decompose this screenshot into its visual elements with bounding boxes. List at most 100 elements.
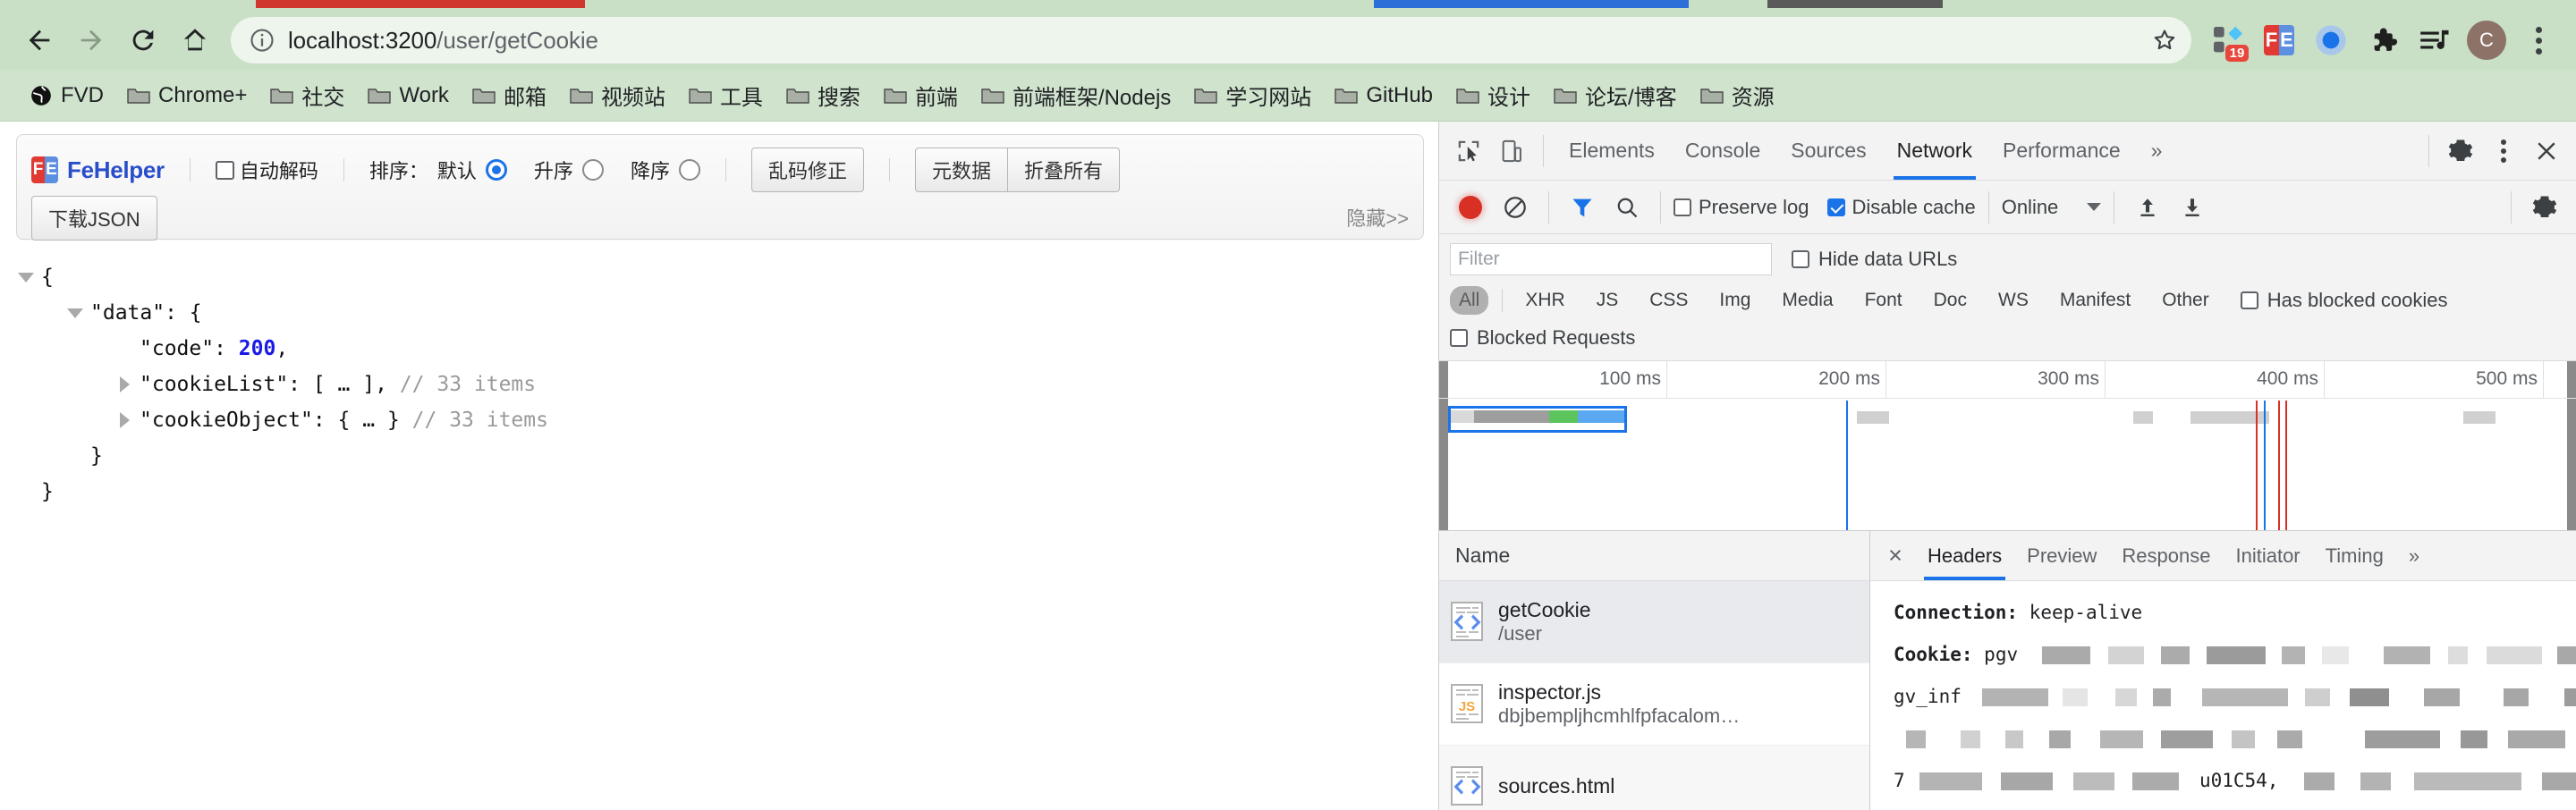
bookmark-button[interactable] — [2145, 21, 2184, 60]
fix-garbled-button[interactable]: 乱码修正 — [750, 148, 864, 192]
bookmark-item-frontend[interactable]: 前端 — [874, 73, 968, 117]
tab-indicator-2[interactable] — [1374, 0, 1689, 8]
filter-type-ws[interactable]: WS — [1989, 286, 2038, 315]
expand-triangle-icon[interactable] — [114, 410, 134, 430]
hide-data-urls-checkbox[interactable]: Hide data URLs — [1792, 248, 1957, 271]
table-row[interactable]: JS inspector.js dbjbempljhcmhlfpfacalom… — [1439, 663, 1869, 746]
tab-performance[interactable]: Performance — [1988, 122, 2135, 180]
tab-indicator-3[interactable] — [1767, 0, 1943, 8]
details-tab-bar: × Headers Preview Response Initiator Tim… — [1870, 531, 2576, 581]
network-settings-icon[interactable] — [2524, 187, 2565, 228]
json-line[interactable]: { — [16, 259, 1438, 295]
more-details-tabs-button[interactable]: » — [2396, 531, 2432, 580]
tab-elements[interactable]: Elements — [1555, 122, 1669, 180]
table-row[interactable]: sources.html — [1439, 746, 1869, 810]
has-blocked-cookies-checkbox[interactable]: Has blocked cookies — [2240, 289, 2448, 312]
bookmark-item-social[interactable]: 社交 — [260, 73, 354, 117]
more-options-icon[interactable] — [2483, 131, 2524, 172]
filter-type-manifest[interactable]: Manifest — [2051, 286, 2140, 315]
json-line[interactable]: "code": 200, — [16, 331, 1438, 367]
disable-cache-checkbox[interactable]: Disable cache — [1826, 196, 1976, 219]
tab-network[interactable]: Network — [1883, 122, 1987, 180]
close-details-button[interactable]: × — [1876, 536, 1915, 576]
collapse-triangle-icon[interactable] — [65, 303, 85, 323]
json-line[interactable]: "data": { — [16, 295, 1438, 331]
metadata-button[interactable]: 元数据 — [914, 148, 1007, 192]
record-button[interactable] — [1450, 187, 1491, 228]
address-bar[interactable]: localhost:3200/user/getCookie — [231, 17, 2191, 63]
clear-button[interactable] — [1495, 187, 1536, 228]
filter-type-font[interactable]: Font — [1856, 286, 1911, 315]
media-playlist-icon[interactable] — [2411, 17, 2458, 63]
filter-type-doc[interactable]: Doc — [1925, 286, 1976, 315]
chrome-menu-icon[interactable] — [2515, 17, 2562, 63]
info-circle-icon[interactable] — [249, 27, 275, 54]
filter-type-all[interactable]: All — [1450, 286, 1489, 315]
bookmark-item-design[interactable]: 设计 — [1446, 73, 1540, 117]
tab-timing[interactable]: Timing — [2313, 531, 2396, 580]
bookmark-item-frontend-frameworks[interactable]: 前端框架/Nodejs — [971, 73, 1181, 117]
tab-console[interactable]: Console — [1671, 122, 1775, 180]
search-icon[interactable] — [1606, 187, 1648, 228]
filter-funnel-icon[interactable] — [1562, 187, 1603, 228]
blocked-requests-checkbox[interactable]: Blocked Requests — [1450, 326, 1635, 350]
puzzle-extensions-icon[interactable] — [2360, 17, 2406, 63]
filter-type-css[interactable]: CSS — [1640, 286, 1697, 315]
back-button[interactable] — [14, 15, 64, 65]
bookmark-item-tools[interactable]: 工具 — [679, 73, 773, 117]
collapse-all-button[interactable]: 折叠所有 — [1006, 148, 1120, 192]
bookmark-item-mail[interactable]: 邮箱 — [462, 73, 556, 117]
home-button[interactable] — [170, 15, 220, 65]
bookmark-item-work[interactable]: Work — [358, 77, 459, 114]
extension-tiles-icon[interactable]: 19 — [2204, 17, 2250, 63]
filter-type-other[interactable]: Other — [2153, 286, 2218, 315]
toggle-device-toolbar-icon[interactable] — [1491, 131, 1532, 172]
tab-sources[interactable]: Sources — [1776, 122, 1880, 180]
profile-avatar[interactable]: C — [2463, 17, 2510, 63]
download-json-button[interactable]: 下载JSON — [31, 196, 157, 240]
hide-panel-link[interactable]: 隐藏>> — [1346, 196, 1409, 232]
auto-decode-checkbox[interactable]: 自动解码 — [215, 156, 318, 184]
filter-type-img[interactable]: Img — [1710, 286, 1759, 315]
bookmark-item-fvd[interactable]: FVD — [20, 77, 114, 114]
throttling-select[interactable]: Online — [2002, 196, 2102, 219]
json-line[interactable]: "cookieList": [ … ], // 33 items — [16, 367, 1438, 402]
collapse-triangle-icon[interactable] — [16, 267, 36, 287]
tab-initiator[interactable]: Initiator — [2223, 531, 2312, 580]
inspect-element-icon[interactable] — [1448, 131, 1489, 172]
network-overview-timeline[interactable]: 100 ms 200 ms 300 ms 400 ms 500 ms — [1439, 361, 2576, 531]
sort-radio-asc[interactable] — [581, 159, 604, 181]
bookmark-item-search[interactable]: 搜索 — [776, 73, 870, 117]
reload-button[interactable] — [118, 15, 168, 65]
tab-headers[interactable]: Headers — [1915, 531, 2014, 580]
forward-button[interactable] — [66, 15, 116, 65]
gear-icon[interactable] — [2440, 131, 2481, 172]
table-row[interactable]: getCookie /user — [1439, 581, 1869, 663]
bookmark-item-learning[interactable]: 学习网站 — [1184, 73, 1321, 117]
tab-preview[interactable]: Preview — [2014, 531, 2109, 580]
json-line[interactable]: "cookieObject": { … } // 33 items — [16, 402, 1438, 438]
request-column-header[interactable]: Name — [1439, 531, 1869, 581]
filter-input[interactable]: Filter — [1450, 243, 1772, 275]
filter-type-media[interactable]: Media — [1773, 286, 1842, 315]
preserve-log-checkbox[interactable]: Preserve log — [1674, 196, 1809, 219]
expand-triangle-icon[interactable] — [114, 375, 134, 394]
more-tabs-button[interactable]: » — [2137, 122, 2177, 180]
tab-indicator-1[interactable] — [256, 0, 585, 8]
import-har-icon[interactable] — [2127, 187, 2168, 228]
blue-dot-extension-icon[interactable] — [2308, 17, 2354, 63]
sort-radio-default[interactable] — [485, 159, 507, 181]
fehelper-brand[interactable]: F E FeHelper — [31, 156, 165, 184]
tab-response[interactable]: Response — [2109, 531, 2223, 580]
close-icon[interactable] — [2526, 131, 2567, 172]
bookmark-item-video[interactable]: 视频站 — [560, 73, 675, 117]
fehelper-extension-icon[interactable]: F E — [2256, 17, 2302, 63]
bookmark-item-chrome-plus[interactable]: Chrome+ — [117, 77, 257, 114]
bookmark-item-forum-blog[interactable]: 论坛/博客 — [1544, 73, 1687, 117]
sort-radio-desc[interactable] — [678, 159, 700, 181]
filter-type-js[interactable]: JS — [1588, 286, 1628, 315]
bookmark-item-resources[interactable]: 资源 — [1690, 73, 1784, 117]
filter-type-xhr[interactable]: XHR — [1516, 286, 1573, 315]
bookmark-item-github[interactable]: GitHub — [1325, 77, 1443, 114]
export-har-icon[interactable] — [2172, 187, 2213, 228]
